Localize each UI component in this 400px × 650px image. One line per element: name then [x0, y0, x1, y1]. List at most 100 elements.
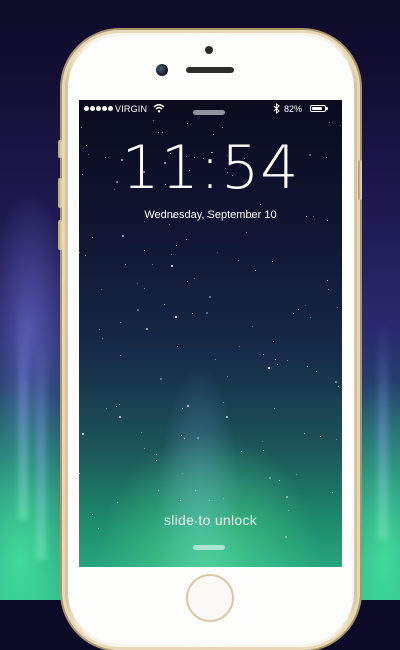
- star: [182, 473, 183, 474]
- star: [327, 280, 328, 281]
- star: [116, 406, 117, 407]
- star: [206, 312, 208, 314]
- star: [146, 328, 148, 330]
- star: [169, 224, 170, 225]
- star: [227, 376, 228, 377]
- star: [177, 346, 178, 347]
- star: [286, 496, 288, 498]
- star: [186, 239, 187, 240]
- lock-screen-time: 11:54: [121, 133, 300, 203]
- battery-icon: [310, 105, 326, 112]
- control-center-grabber[interactable]: [193, 545, 225, 550]
- star: [175, 316, 177, 318]
- star: [275, 359, 276, 360]
- star: [171, 265, 173, 267]
- star: [316, 371, 317, 372]
- star: [329, 122, 330, 123]
- home-button[interactable]: [186, 574, 234, 622]
- star: [268, 367, 270, 369]
- star: [241, 451, 242, 452]
- star: [298, 309, 299, 310]
- star: [144, 448, 145, 449]
- star: [120, 322, 121, 323]
- star: [141, 432, 142, 433]
- star: [337, 307, 338, 308]
- star: [195, 490, 196, 491]
- star: [223, 498, 224, 499]
- star: [181, 435, 182, 436]
- mute-switch: [58, 140, 62, 158]
- slide-to-unlock[interactable]: slide to unlock: [79, 512, 342, 528]
- wifi-icon: [153, 103, 165, 115]
- star: [144, 250, 145, 251]
- notification-center-grabber[interactable]: [193, 110, 225, 115]
- star: [304, 433, 305, 434]
- star: [164, 304, 165, 305]
- star: [85, 255, 86, 256]
- star: [335, 381, 337, 383]
- star: [293, 313, 294, 314]
- star: [269, 477, 271, 479]
- star: [209, 500, 210, 501]
- star: [336, 439, 337, 440]
- star: [79, 473, 80, 474]
- star: [222, 127, 223, 128]
- volume-down-button: [58, 220, 62, 250]
- star: [246, 232, 247, 233]
- star: [122, 235, 124, 237]
- star: [209, 296, 211, 298]
- star: [192, 313, 193, 314]
- star: [158, 490, 159, 491]
- star: [92, 237, 93, 238]
- star: [187, 123, 188, 124]
- carrier-name: VIRGIN: [115, 104, 148, 114]
- star: [255, 270, 256, 271]
- star: [81, 127, 82, 128]
- star: [263, 354, 264, 355]
- star: [328, 289, 329, 290]
- star: [99, 329, 100, 330]
- star: [279, 480, 280, 481]
- star: [217, 252, 218, 253]
- star: [82, 433, 84, 435]
- star: [156, 454, 157, 455]
- lock-screen-date: Wednesday, September 10: [144, 209, 277, 221]
- star: [180, 500, 181, 501]
- battery-percentage: 82%: [284, 104, 303, 114]
- star: [137, 309, 139, 311]
- star: [106, 408, 107, 409]
- star: [252, 326, 253, 327]
- star: [226, 416, 228, 418]
- star: [332, 492, 333, 493]
- star: [176, 245, 177, 246]
- star: [287, 360, 288, 361]
- star: [102, 338, 103, 339]
- lock-screen: VIRGIN 82% 11:54 Wednesday, September 10…: [79, 100, 342, 567]
- front-camera: [156, 64, 168, 76]
- star: [137, 283, 138, 284]
- star: [260, 204, 261, 205]
- star: [187, 281, 188, 282]
- star: [79, 252, 80, 253]
- volume-up-button: [58, 178, 62, 208]
- star: [285, 536, 287, 538]
- star: [156, 460, 157, 461]
- star: [263, 450, 264, 451]
- star: [187, 405, 189, 407]
- star: [153, 120, 154, 121]
- bluetooth-icon: [273, 102, 280, 116]
- star: [182, 408, 183, 409]
- star: [307, 366, 308, 367]
- star: [238, 260, 239, 261]
- battery-cap: [326, 107, 328, 110]
- star: [184, 438, 185, 439]
- star: [288, 510, 289, 511]
- signal-strength-icon: [84, 106, 113, 111]
- star: [194, 278, 195, 279]
- star: [152, 264, 153, 265]
- star: [338, 386, 339, 387]
- star: [101, 289, 102, 290]
- star: [274, 408, 275, 409]
- earpiece-speaker: [186, 67, 234, 73]
- star: [119, 404, 120, 405]
